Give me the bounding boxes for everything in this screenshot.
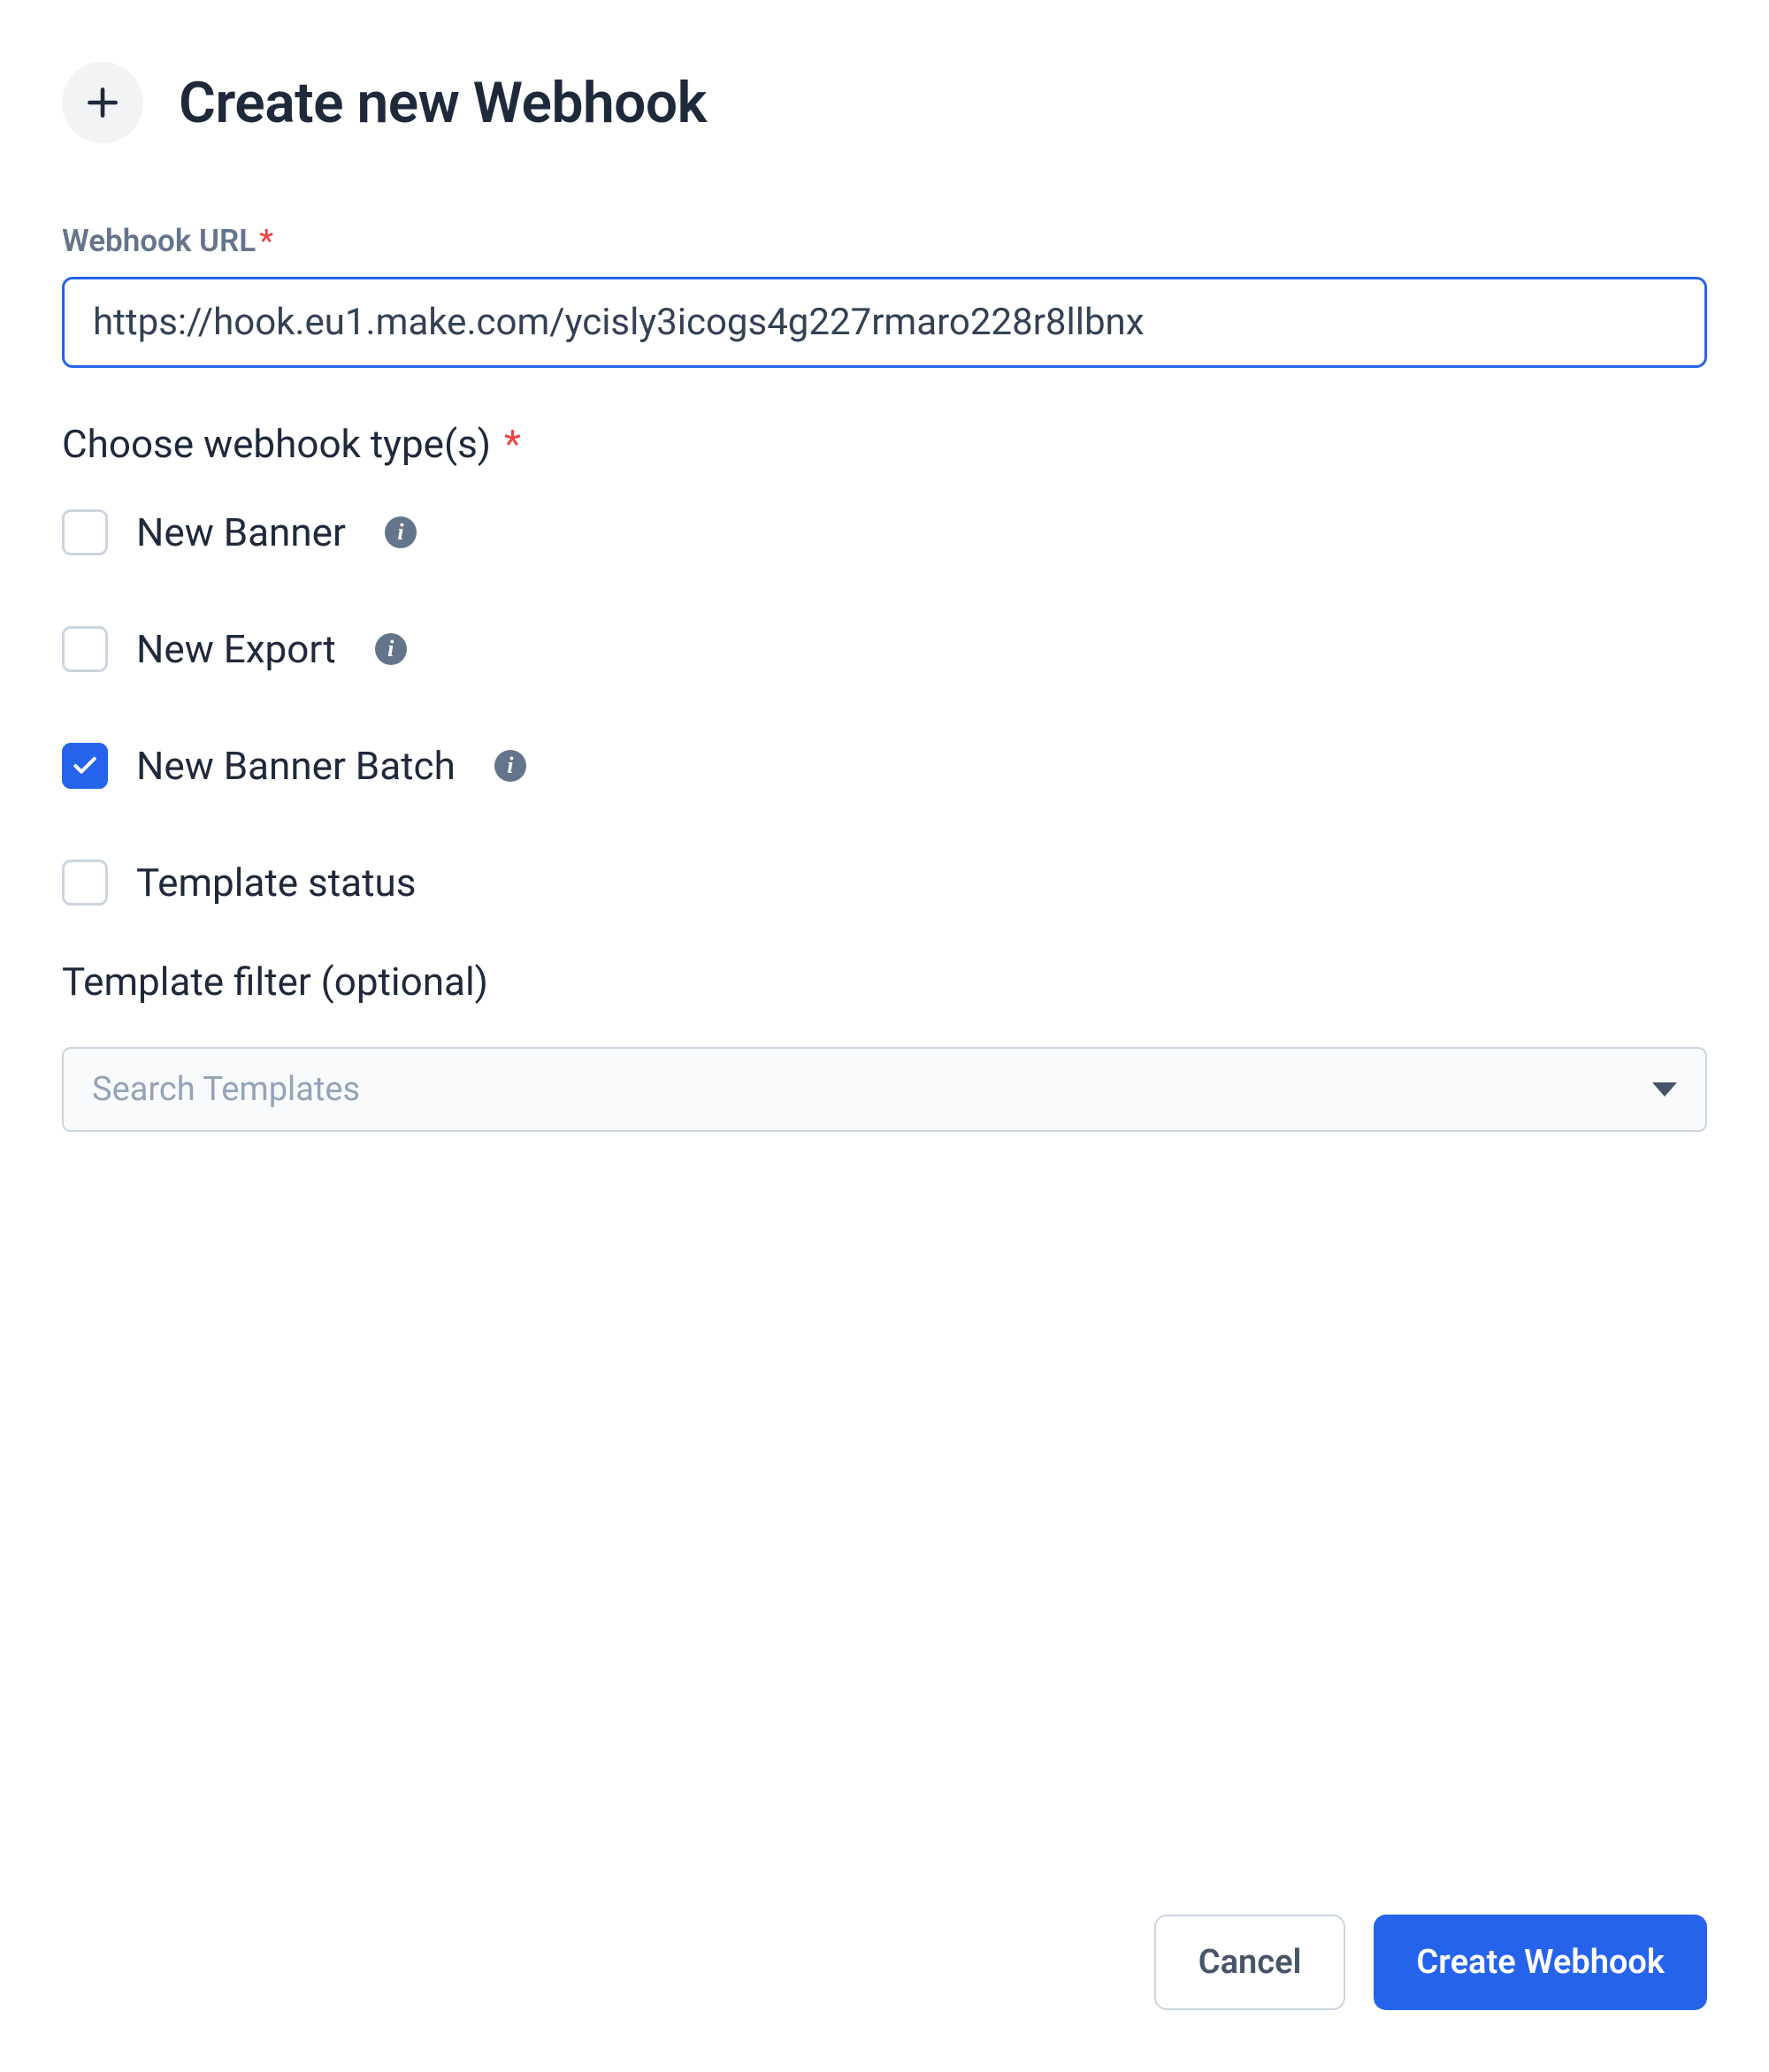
checkbox-row-new-banner: New Banner <box>62 509 1707 555</box>
checkbox-row-new-banner-batch: New Banner Batch <box>62 743 1707 789</box>
webhook-url-label: Webhook URL* <box>62 223 1707 259</box>
checkbox-label-template-status: Template status <box>136 860 416 906</box>
page-title: Create new Webhook <box>179 70 707 136</box>
template-filter-select-wrapper: Search Templates <box>62 1047 1707 1132</box>
template-filter-select[interactable]: Search Templates <box>62 1047 1707 1132</box>
checkbox-row-template-status: Template status <box>62 860 1707 906</box>
checkbox-new-banner[interactable] <box>62 509 108 555</box>
create-webhook-button[interactable]: Create Webhook <box>1374 1915 1707 2010</box>
required-indicator: * <box>504 421 521 467</box>
webhook-url-group: Webhook URL* <box>62 223 1707 368</box>
chevron-down-icon <box>1652 1082 1677 1097</box>
checkbox-row-new-export: New Export <box>62 626 1707 672</box>
checkbox-label-new-banner-batch: New Banner Batch <box>136 743 456 789</box>
template-filter-placeholder: Search Templates <box>92 1070 360 1109</box>
cancel-button[interactable]: Cancel <box>1154 1915 1346 2010</box>
webhook-types-group: New Banner New Export New Banner Batch T… <box>62 509 1707 906</box>
required-indicator: * <box>259 223 273 259</box>
webhook-url-input[interactable] <box>62 277 1707 368</box>
modal-footer: Cancel Create Webhook <box>62 1862 1707 2010</box>
checkbox-label-new-export: New Export <box>136 626 336 672</box>
checkbox-new-export[interactable] <box>62 626 108 672</box>
info-icon[interactable] <box>385 516 417 548</box>
webhook-types-label: Choose webhook type(s) * <box>62 421 1707 467</box>
info-icon[interactable] <box>375 633 407 665</box>
checkbox-new-banner-batch[interactable] <box>62 743 108 789</box>
webhook-url-label-text: Webhook URL <box>62 223 256 259</box>
template-filter-label: Template filter (optional) <box>62 959 1707 1005</box>
checkbox-template-status[interactable] <box>62 860 108 906</box>
webhook-types-label-text: Choose webhook type(s) <box>62 421 491 467</box>
checkbox-label-new-banner: New Banner <box>136 509 346 555</box>
modal-header: Create new Webhook <box>62 62 1707 143</box>
plus-icon <box>62 62 143 143</box>
info-icon[interactable] <box>494 750 526 782</box>
